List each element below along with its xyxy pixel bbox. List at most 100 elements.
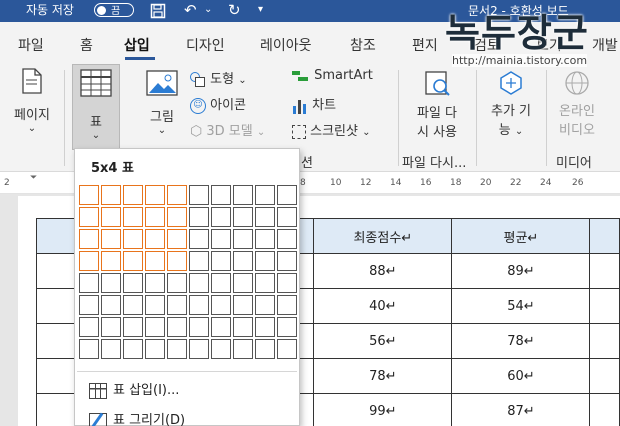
tab-design[interactable]: 디자인 (186, 35, 225, 55)
reuse-files-button[interactable]: 파일 다 시 사용 (408, 70, 466, 140)
tab-mailings[interactable]: 편지 (412, 35, 438, 55)
table-grid-cell[interactable] (123, 185, 143, 205)
smartart-button[interactable]: SmartArt (292, 68, 373, 83)
page-button[interactable]: 페이지 ⌄ (12, 68, 52, 134)
table-grid-cell[interactable] (167, 251, 187, 271)
table-grid-cell[interactable] (233, 185, 253, 205)
tab-layout[interactable]: 레이아웃 (260, 35, 312, 55)
table-grid-cell[interactable] (211, 295, 231, 315)
undo-dropdown-icon[interactable]: ⌄ (204, 0, 212, 20)
table-grid-cell[interactable] (255, 273, 275, 293)
table-grid-cell[interactable] (211, 317, 231, 337)
table-grid-cell[interactable] (167, 295, 187, 315)
table-grid-cell[interactable] (101, 207, 121, 227)
table-grid-cell[interactable] (255, 229, 275, 249)
table-grid-cell[interactable] (233, 317, 253, 337)
table-grid-cell[interactable] (79, 295, 99, 315)
tab-home[interactable]: 홈 (80, 35, 93, 55)
table-grid-cell[interactable] (277, 229, 297, 249)
table-grid-cell[interactable] (79, 251, 99, 271)
table-grid-cell[interactable] (101, 339, 121, 359)
table-grid-cell[interactable] (145, 229, 165, 249)
table-grid-cell[interactable] (211, 229, 231, 249)
table-grid-cell[interactable] (189, 185, 209, 205)
table-grid-cell[interactable] (101, 229, 121, 249)
table-header-cell[interactable]: 평균↵ (451, 218, 591, 254)
table-grid-cell[interactable] (277, 251, 297, 271)
table-grid-cell[interactable] (167, 339, 187, 359)
table-grid-cell[interactable] (189, 295, 209, 315)
redo-icon[interactable]: ↻ (228, 0, 241, 20)
table-grid-cell[interactable] (145, 317, 165, 337)
table-grid-cell[interactable] (101, 273, 121, 293)
tab-developer[interactable]: 개발 (592, 35, 618, 55)
autosave-toggle[interactable]: 끔 (94, 3, 134, 17)
table-grid-cell[interactable] (101, 251, 121, 271)
table-grid-cell[interactable] (255, 295, 275, 315)
table-grid-cell[interactable] (277, 295, 297, 315)
table-grid-cell[interactable] (277, 185, 297, 205)
table-cell[interactable]: 40↵ (313, 288, 453, 324)
table-grid-cell[interactable] (79, 317, 99, 337)
save-icon[interactable] (150, 0, 166, 24)
table-cell[interactable]: 89↵ (451, 253, 591, 289)
table-grid-cell[interactable] (189, 207, 209, 227)
table-grid-cell[interactable] (255, 339, 275, 359)
table-header-cell[interactable]: 최종점수↵ (313, 218, 453, 254)
table-grid-cell[interactable] (277, 339, 297, 359)
table-cell[interactable]: 78↵ (313, 358, 453, 394)
table-grid-cell[interactable] (145, 273, 165, 293)
table-cell[interactable]: 60↵ (451, 358, 591, 394)
draw-table-menu-item[interactable]: 표 그리기(D) (89, 409, 185, 426)
table-grid-cell[interactable] (233, 229, 253, 249)
table-grid-cell[interactable] (79, 339, 99, 359)
table-grid-cell[interactable] (145, 339, 165, 359)
table-grid-cell[interactable] (211, 251, 231, 271)
table-grid-cell[interactable] (145, 185, 165, 205)
table-grid-cell[interactable] (277, 273, 297, 293)
undo-icon[interactable]: ↶ (184, 0, 197, 20)
table-grid-cell[interactable] (167, 185, 187, 205)
table-cell[interactable]: 87↵ (451, 393, 591, 426)
picture-button[interactable]: 그림 ⌄ (140, 70, 184, 136)
shapes-button[interactable]: 도형 ⌄ (190, 68, 247, 88)
table-grid-cell[interactable] (255, 251, 275, 271)
tab-file[interactable]: 파일 (18, 35, 44, 55)
add-ins-button[interactable]: 추가 기 능 ⌄ (484, 70, 538, 138)
table-grid-cell[interactable] (211, 273, 231, 293)
table-grid-cell[interactable] (189, 273, 209, 293)
table-grid-cell[interactable] (167, 317, 187, 337)
table-grid-cell[interactable] (123, 207, 143, 227)
table-grid-cell[interactable] (123, 295, 143, 315)
table-grid-cell[interactable] (123, 229, 143, 249)
table-grid-cell[interactable] (145, 295, 165, 315)
table-grid-cell[interactable] (145, 207, 165, 227)
table-grid-cell[interactable] (255, 317, 275, 337)
table-cell[interactable]: 56↵ (313, 323, 453, 359)
table-grid-cell[interactable] (101, 317, 121, 337)
table-grid-cell[interactable] (233, 339, 253, 359)
customize-toolbar-icon[interactable]: ▾ (258, 0, 263, 20)
table-grid-cell[interactable] (233, 273, 253, 293)
online-video-button[interactable]: 온라인 비디오 (552, 70, 602, 138)
table-grid-cell[interactable] (101, 185, 121, 205)
table-grid-cell[interactable] (277, 317, 297, 337)
table-grid-cell[interactable] (123, 339, 143, 359)
table-grid-cell[interactable] (167, 273, 187, 293)
table-grid-cell[interactable] (123, 317, 143, 337)
table-grid-cell[interactable] (189, 339, 209, 359)
tab-references[interactable]: 참조 (350, 35, 376, 55)
3d-models-button[interactable]: ⬡ 3D 모델 ⌄ (190, 120, 265, 140)
table-grid-cell[interactable] (101, 295, 121, 315)
table-grid-cell[interactable] (123, 251, 143, 271)
table-grid-cell[interactable] (167, 229, 187, 249)
table-cell[interactable]: 54↵ (451, 288, 591, 324)
table-cell[interactable]: 88↵ (313, 253, 453, 289)
table-grid-cell[interactable] (167, 207, 187, 227)
table-grid-cell[interactable] (211, 339, 231, 359)
table-grid-cell[interactable] (79, 185, 99, 205)
table-cell[interactable]: 99↵ (313, 393, 453, 426)
table-grid-cell[interactable] (123, 273, 143, 293)
table-grid-cell[interactable] (255, 185, 275, 205)
table-grid-cell[interactable] (277, 207, 297, 227)
